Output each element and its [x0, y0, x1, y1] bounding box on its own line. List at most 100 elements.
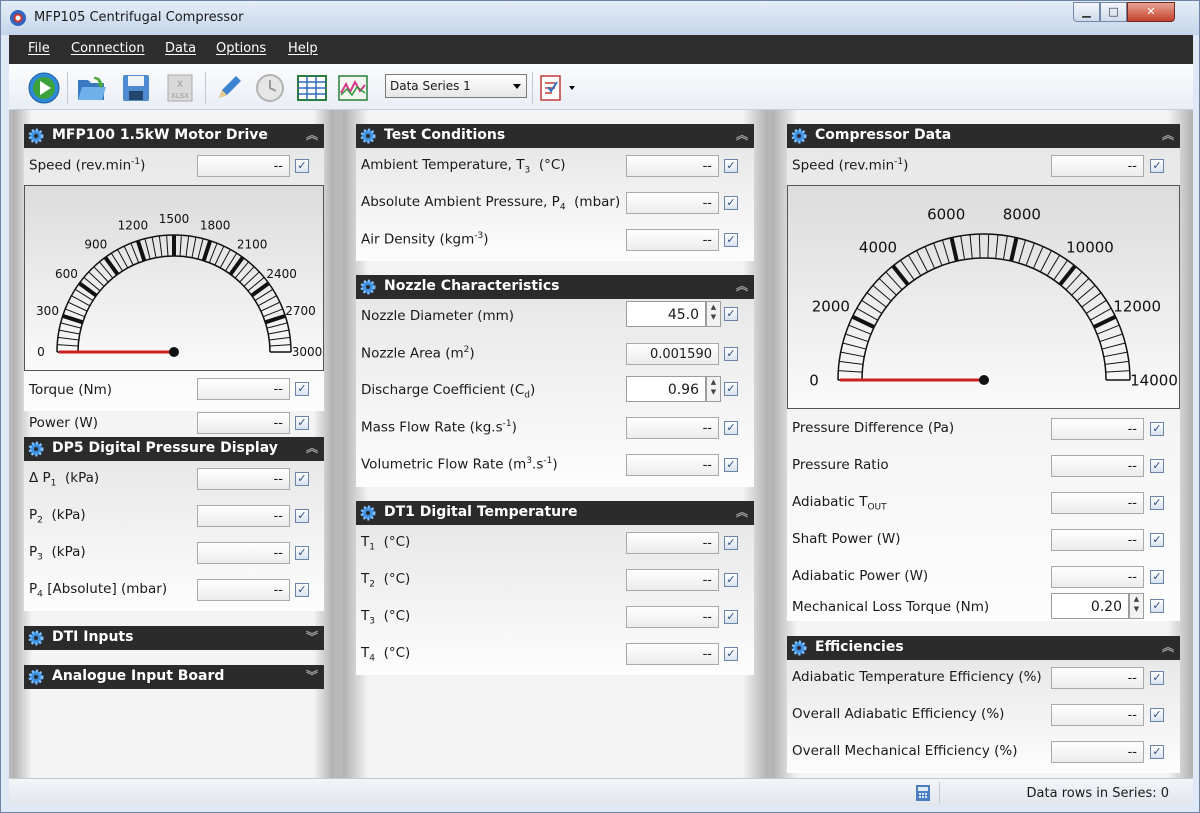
save-button[interactable] — [119, 71, 153, 105]
analogue-input-panel: Analogue Input Board ︾ — [24, 665, 324, 689]
comp-dial-tick — [1025, 242, 1035, 266]
t3-row: T3 (°C) -- ✓ — [356, 599, 754, 635]
comp-dial-tick-label: 2000 — [812, 297, 850, 315]
open-button[interactable] — [75, 71, 109, 105]
mech-loss-stepper[interactable]: ▲ ▼ — [1129, 593, 1144, 619]
mech-loss-input[interactable]: 0.20 — [1051, 593, 1129, 619]
chevron-up-icon[interactable]: ︽ — [1162, 126, 1174, 144]
oae-checkbox[interactable]: ✓ — [1150, 708, 1164, 722]
chevron-up-icon[interactable]: ︽ — [306, 126, 318, 144]
comp-speed-checkbox[interactable]: ✓ — [1150, 159, 1164, 173]
comp-dial-tick — [941, 239, 950, 264]
comp-dial-tick — [924, 246, 936, 269]
spin-up-icon[interactable]: ▲ — [707, 377, 720, 387]
dti-inputs-header[interactable]: DTI Inputs ︾ — [24, 626, 324, 650]
chevron-up-icon[interactable]: ︽ — [306, 439, 318, 457]
edit-button[interactable] — [212, 71, 246, 105]
pressure-ratio-checkbox[interactable]: ✓ — [1150, 459, 1164, 473]
comp-speed-label: Speed (rev.min — [792, 157, 895, 174]
spin-down-icon[interactable]: ▼ — [707, 387, 720, 397]
ambient-temp-checkbox[interactable]: ✓ — [724, 159, 738, 173]
spin-up-icon[interactable]: ▲ — [707, 302, 720, 312]
mech-loss-checkbox[interactable]: ✓ — [1150, 599, 1164, 613]
motor-drive-header[interactable]: MFP100 1.5kW Motor Drive ︽ — [24, 124, 324, 148]
air-density-row: Air Density (kgm-3) -- ✓ — [356, 222, 754, 258]
comp-dial-tick — [848, 324, 872, 335]
dt1-header[interactable]: DT1 Digital Temperature ︽ — [356, 501, 754, 525]
ate-checkbox[interactable]: ✓ — [1150, 671, 1164, 685]
chevron-up-icon[interactable]: ︽ — [1162, 638, 1174, 656]
discharge-coeff-label: Discharge Coefficient (C — [361, 382, 525, 398]
graph-view-button[interactable] — [336, 71, 370, 105]
calculator-icon[interactable] — [915, 784, 931, 802]
chevron-down-icon[interactable]: ︾ — [306, 628, 318, 646]
menu-file[interactable]: File — [28, 41, 50, 56]
p2-checkbox[interactable]: ✓ — [295, 509, 309, 523]
spin-up-icon[interactable]: ▲ — [1130, 594, 1143, 604]
play-button[interactable] — [27, 71, 61, 105]
menu-data[interactable]: Data — [165, 41, 196, 56]
mass-flow-checkbox[interactable]: ✓ — [724, 421, 738, 435]
status-divider — [939, 782, 940, 804]
shaft-power-checkbox[interactable]: ✓ — [1150, 533, 1164, 547]
spin-down-icon[interactable]: ▼ — [707, 312, 720, 322]
motor-dial-tick — [135, 240, 147, 262]
t3-checkbox[interactable]: ✓ — [724, 610, 738, 624]
menu-connection[interactable]: Connection — [71, 41, 145, 56]
adiabatic-power-checkbox[interactable]: ✓ — [1150, 570, 1164, 584]
timer-button[interactable] — [253, 71, 287, 105]
t4-checkbox[interactable]: ✓ — [724, 647, 738, 661]
export-xlsx-button[interactable]: X XLSX — [163, 71, 197, 105]
efficiencies-header[interactable]: Efficiencies ︽ — [787, 636, 1180, 660]
nozzle-header[interactable]: Nozzle Characteristics ︽ — [356, 275, 754, 299]
air-density-checkbox[interactable]: ✓ — [724, 233, 738, 247]
discharge-coeff-input[interactable]: 0.96 — [626, 376, 706, 402]
chevron-up-icon[interactable]: ︽ — [736, 126, 748, 144]
comp-dial-tick — [969, 234, 973, 259]
chevron-up-icon[interactable]: ︽ — [736, 277, 748, 295]
comp-dial-needle-hub — [979, 375, 989, 385]
report-dropdown-icon[interactable] — [569, 86, 575, 90]
comp-dial-tick-label: 10000 — [1066, 238, 1114, 256]
chevron-up-icon[interactable]: ︽ — [736, 503, 748, 521]
t1-checkbox[interactable]: ✓ — [724, 536, 738, 550]
pressure-diff-checkbox[interactable]: ✓ — [1150, 422, 1164, 436]
nozzle-diameter-input[interactable]: 45.0 — [626, 301, 706, 327]
abs-pressure-checkbox[interactable]: ✓ — [724, 196, 738, 210]
t2-checkbox[interactable]: ✓ — [724, 573, 738, 587]
close-button[interactable]: ✕ — [1127, 2, 1175, 22]
test-conditions-header[interactable]: Test Conditions ︽ — [356, 124, 754, 148]
compressor-data-header[interactable]: Compressor Data ︽ — [787, 124, 1180, 148]
p4-checkbox[interactable]: ✓ — [295, 583, 309, 597]
torque-checkbox[interactable]: ✓ — [295, 382, 309, 396]
menu-options[interactable]: Options — [216, 41, 266, 56]
vol-flow-row: Volumetric Flow Rate (m3.s-1) -- ✓ — [356, 447, 754, 483]
discharge-coeff-checkbox[interactable]: ✓ — [724, 382, 738, 396]
panel-title: DTI Inputs — [52, 629, 134, 645]
table-view-button[interactable] — [295, 71, 329, 105]
vol-flow-checkbox[interactable]: ✓ — [724, 458, 738, 472]
minimize-button[interactable]: ▁ — [1073, 2, 1100, 22]
motor-speed-checkbox[interactable]: ✓ — [295, 159, 309, 173]
chevron-down-icon[interactable]: ︾ — [306, 667, 318, 685]
abs-pressure-value: -- — [626, 192, 719, 214]
report-button[interactable] — [534, 71, 568, 105]
data-series-select[interactable]: Data Series 1 — [385, 74, 527, 98]
pressure-diff-label: Pressure Difference (Pa) — [792, 420, 955, 436]
maximize-button[interactable]: □ — [1100, 2, 1127, 22]
gear-icon — [28, 630, 44, 646]
nozzle-area-checkbox[interactable]: ✓ — [724, 347, 738, 361]
dp1-checkbox[interactable]: ✓ — [295, 472, 309, 486]
power-checkbox[interactable]: ✓ — [295, 416, 309, 430]
spin-down-icon[interactable]: ▼ — [1130, 604, 1143, 614]
dp5-header[interactable]: DP5 Digital Pressure Display ︽ — [24, 437, 324, 461]
nozzle-diameter-checkbox[interactable]: ✓ — [724, 307, 738, 321]
p3-checkbox[interactable]: ✓ — [295, 546, 309, 560]
nozzle-diameter-stepper[interactable]: ▲ ▼ — [706, 301, 721, 327]
analogue-input-header[interactable]: Analogue Input Board ︾ — [24, 665, 324, 689]
discharge-coeff-stepper[interactable]: ▲ ▼ — [706, 376, 721, 402]
menu-help[interactable]: Help — [288, 41, 318, 56]
efficiencies-body: Adiabatic Temperature Efficiency (%) -- … — [787, 660, 1180, 773]
adiabatic-tout-checkbox[interactable]: ✓ — [1150, 496, 1164, 510]
ome-checkbox[interactable]: ✓ — [1150, 745, 1164, 759]
